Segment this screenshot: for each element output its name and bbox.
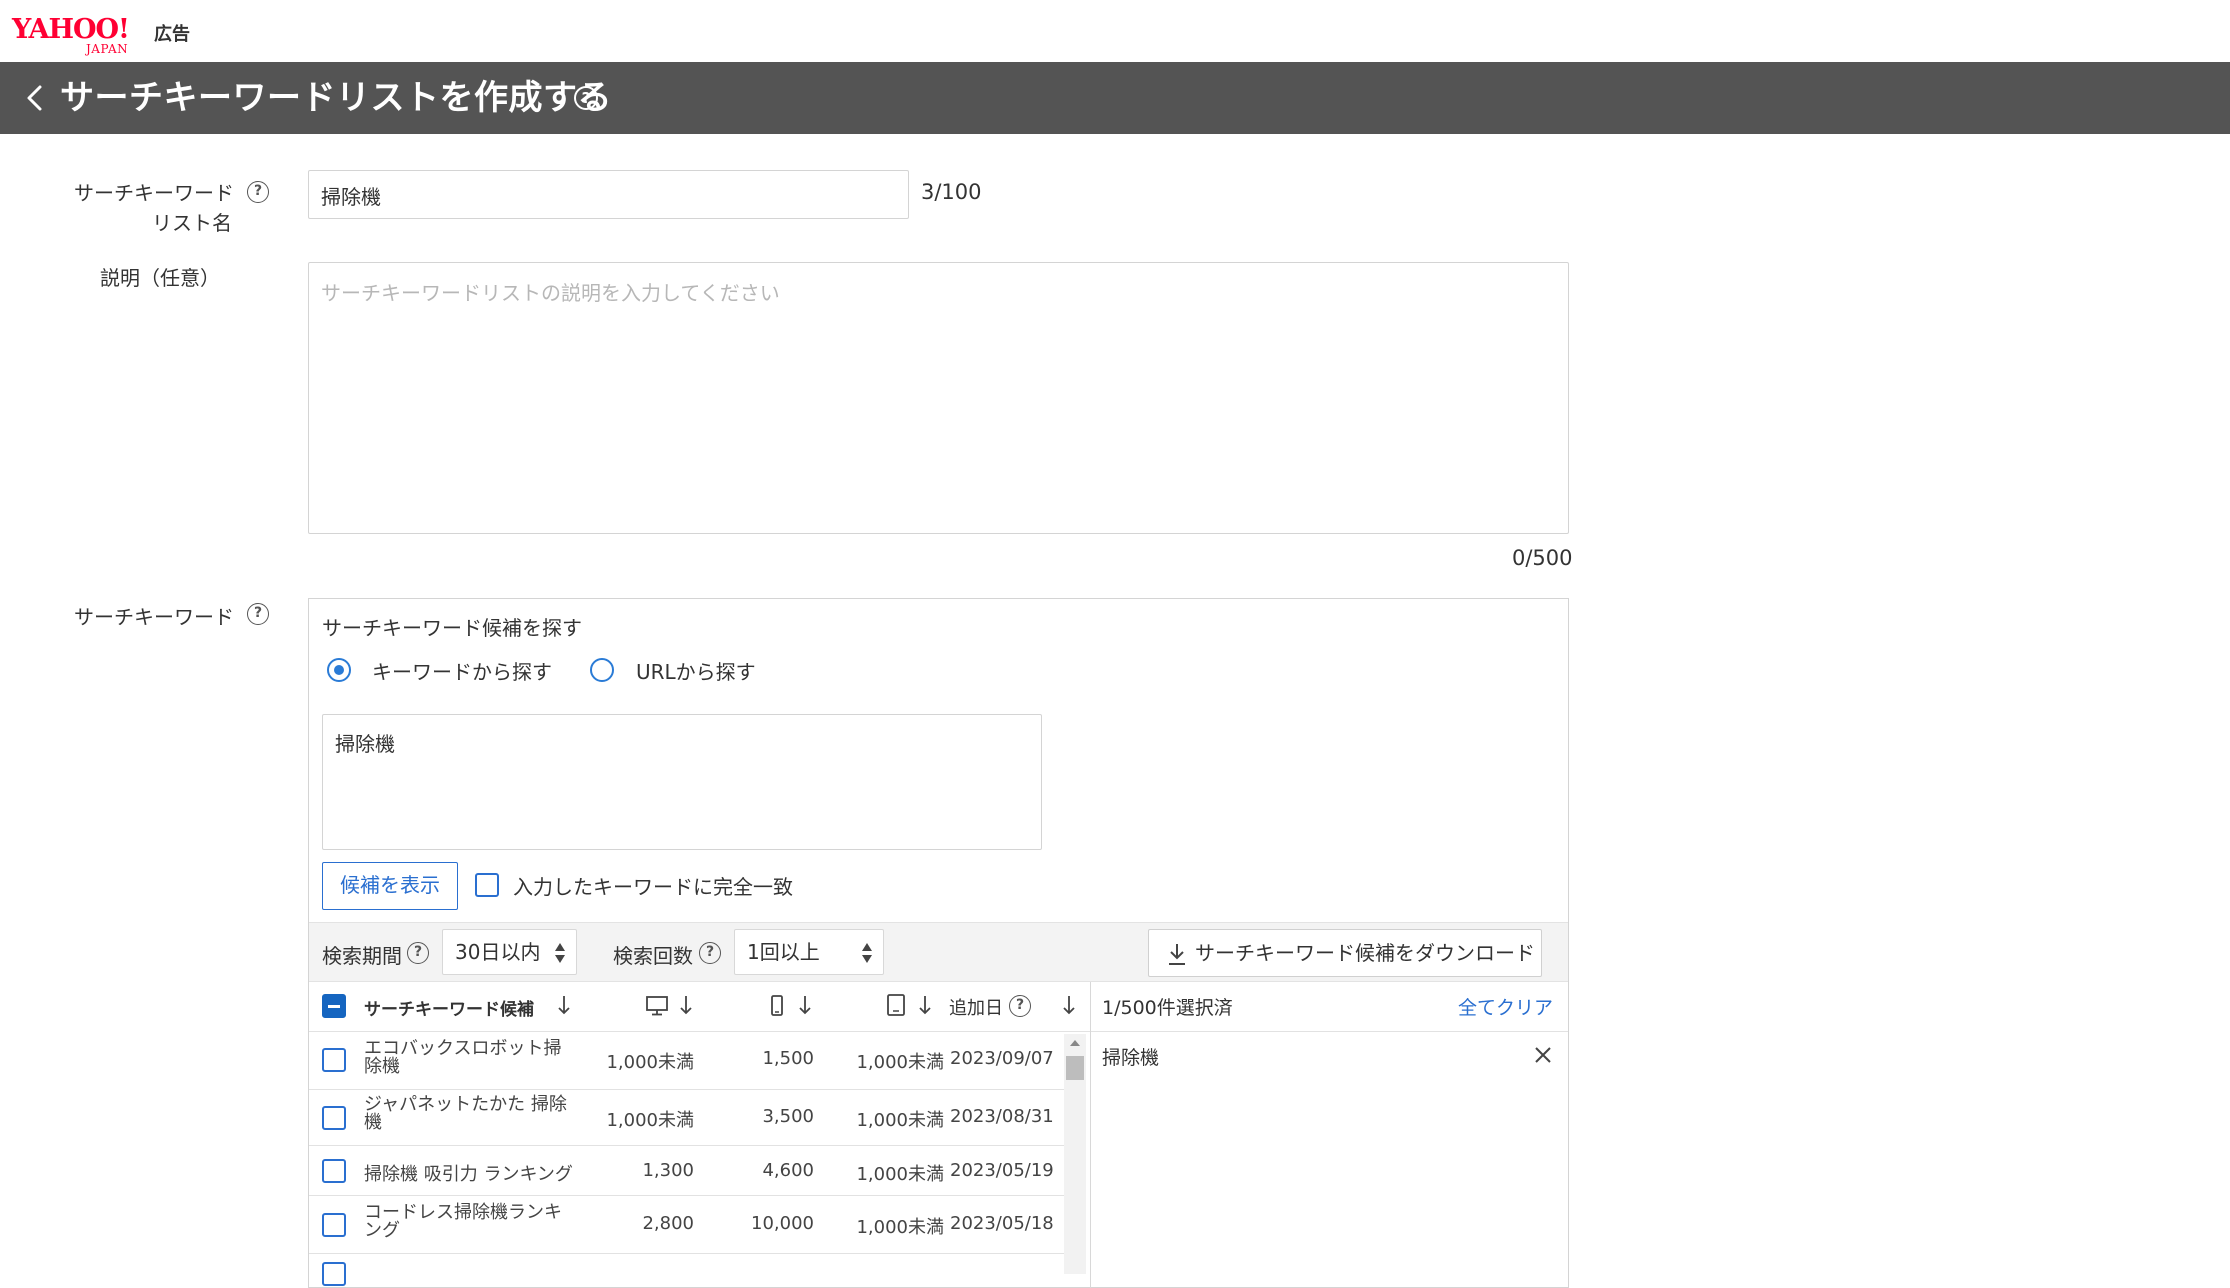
col-added-header[interactable]: 追加日: [949, 994, 1003, 1020]
description-label: 説明（任意）: [100, 266, 220, 290]
show-candidates-button[interactable]: 候補を表示: [322, 862, 458, 910]
row-mobile: 3,500: [762, 1106, 814, 1127]
selected-count: 1/500件選択済: [1102, 997, 1233, 1019]
select-all-checkbox[interactable]: [322, 994, 346, 1018]
sort-arrow-down-icon[interactable]: [798, 994, 812, 1016]
sort-arrow-down-icon[interactable]: [1062, 994, 1076, 1016]
page-title: サーチキーワードリストを作成する: [60, 78, 612, 118]
radio-keyword[interactable]: [327, 658, 351, 682]
row-keyword: エコバックスロボット掃除機: [364, 1038, 562, 1077]
download-candidates-button[interactable]: サーチキーワード候補をダウンロード: [1148, 929, 1542, 977]
description-placeholder: サーチキーワードリストの説明を入力してください: [321, 281, 780, 305]
row-pc: 2,800: [642, 1213, 694, 1234]
scroll-thumb[interactable]: [1066, 1056, 1084, 1080]
list-name-value: 掃除機: [321, 185, 381, 209]
exact-match-checkbox[interactable]: [475, 873, 499, 897]
description-textarea[interactable]: サーチキーワードリストの説明を入力してください: [308, 262, 1569, 534]
selected-header-divider: [1091, 1031, 1568, 1032]
help-icon[interactable]: ?: [1009, 995, 1031, 1017]
row-keyword: ジャパネットたかた 掃除機: [364, 1094, 567, 1133]
sort-arrow-down-icon[interactable]: [918, 994, 932, 1016]
row-checkbox[interactable]: [322, 1262, 346, 1286]
row-mobile: 1,500: [762, 1048, 814, 1069]
help-icon[interactable]: ?: [699, 942, 721, 964]
row-pc: 1,000未満: [606, 1052, 694, 1073]
row-date: 2023/05/19: [950, 1160, 1054, 1181]
sort-updown-icon: [862, 943, 872, 963]
row-keyword: 掃除機 吸引力 ランキング: [364, 1164, 573, 1185]
help-icon[interactable]: ?: [247, 603, 269, 625]
finder-heading: サーチキーワード候補を探す: [322, 616, 582, 640]
search-keyword-label: サーチキーワード: [74, 605, 234, 629]
clear-all-link[interactable]: 全てクリア: [1458, 993, 1553, 1020]
count-select-value: 1回以上: [747, 940, 820, 964]
row-divider: [309, 1253, 1064, 1254]
logo-main-text: YAHOO!: [12, 14, 130, 45]
count-select[interactable]: 1回以上: [734, 929, 884, 975]
keyword-input-value: 掃除機: [335, 732, 395, 756]
table-row[interactable]: ジャパネットたかた 掃除機 1,000未満 3,500 1,000未満 2023…: [309, 1090, 1064, 1146]
row-date: 2023/08/31: [950, 1106, 1054, 1127]
radio-url[interactable]: [590, 658, 614, 682]
row-checkbox[interactable]: [322, 1159, 346, 1183]
table-row[interactable]: コードレス掃除機ランキング 2,800 10,000 1,000未満 2023/…: [309, 1196, 1064, 1254]
yahoo-ads-logo[interactable]: YAHOO! JAPAN 広告: [12, 14, 190, 57]
col-keyword-header[interactable]: サーチキーワード候補: [364, 995, 534, 1020]
table-row[interactable]: 掃除機 吸引力 ランキング 1,300 4,600 1,000未満 2023/0…: [309, 1146, 1064, 1196]
help-icon[interactable]: ?: [407, 942, 429, 964]
help-icon[interactable]: ?: [574, 86, 598, 110]
row-date: 2023/09/07: [950, 1048, 1054, 1069]
row-keyword: コードレス掃除機ランキング: [364, 1202, 562, 1241]
period-label: 検索期間: [322, 944, 402, 968]
keyword-input[interactable]: 掃除機: [322, 714, 1042, 850]
table-row[interactable]: エコバックスロボット掃除機 1,000未満 1,500 1,000未満 2023…: [309, 1032, 1064, 1090]
row-tablet: 1,000未満: [856, 1217, 944, 1238]
period-select[interactable]: 30日以内: [442, 929, 577, 975]
count-label: 検索回数: [613, 944, 693, 968]
download-icon: [1169, 944, 1185, 965]
scroll-up-arrow-icon[interactable]: [1069, 1038, 1081, 1048]
exact-match-label[interactable]: 入力したキーワードに完全一致: [513, 871, 793, 900]
desktop-icon: [646, 996, 668, 1016]
logo-sub-text: JAPAN: [86, 42, 129, 56]
row-pc: 1,300: [642, 1160, 694, 1181]
radio-keyword-label[interactable]: キーワードから探す: [372, 656, 552, 685]
row-pc: 1,000未満: [606, 1110, 694, 1131]
description-counter: 0/500: [1512, 546, 1573, 570]
row-tablet: 1,000未満: [856, 1110, 944, 1131]
page-header: サーチキーワードリストを作成する ?: [0, 62, 2230, 134]
download-button-label: サーチキーワード候補をダウンロード: [1195, 941, 1535, 965]
row-mobile: 10,000: [751, 1213, 814, 1234]
logo-product-text: 広告: [154, 24, 190, 45]
smartphone-icon: [771, 995, 783, 1016]
list-name-input[interactable]: 掃除機: [308, 170, 909, 219]
row-checkbox[interactable]: [322, 1106, 346, 1130]
sort-updown-icon: [555, 943, 565, 963]
period-select-value: 30日以内: [455, 940, 541, 964]
list-name-counter: 3/100: [921, 180, 982, 204]
sort-arrow-down-icon[interactable]: [679, 994, 693, 1016]
close-icon[interactable]: [1533, 1045, 1553, 1065]
row-checkbox[interactable]: [322, 1213, 346, 1237]
tablet-icon: [887, 994, 905, 1016]
selected-item-label: 掃除機: [1102, 1047, 1160, 1069]
row-checkbox[interactable]: [322, 1048, 346, 1072]
help-icon[interactable]: ?: [247, 181, 269, 203]
chevron-left-icon[interactable]: [22, 84, 50, 112]
selected-panel-divider: [1090, 982, 1091, 1288]
list-name-label-line2: リスト名: [152, 211, 232, 235]
sort-arrow-down-icon[interactable]: [557, 994, 571, 1016]
row-mobile: 4,600: [762, 1160, 814, 1181]
list-name-label: サーチキーワード リスト名: [74, 178, 234, 238]
radio-url-label[interactable]: URLから探す: [636, 656, 756, 685]
row-tablet: 1,000未満: [856, 1052, 944, 1073]
row-tablet: 1,000未満: [856, 1164, 944, 1185]
list-name-label-line1: サーチキーワード: [74, 181, 234, 205]
row-date: 2023/05/18: [950, 1213, 1054, 1234]
